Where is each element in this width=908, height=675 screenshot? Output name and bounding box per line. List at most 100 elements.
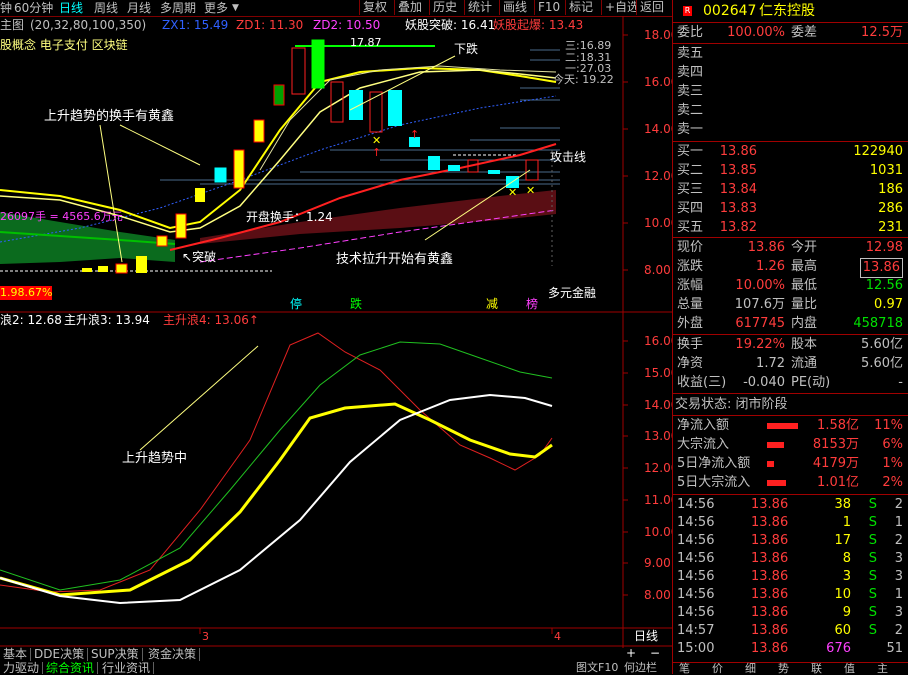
tab-60min[interactable]: 60分钟	[14, 0, 53, 16]
info-row: 收益(三) -0.040 PE(动) -	[677, 375, 903, 390]
concept-label: 股概念 电子支付 区块链	[0, 38, 128, 52]
sub-line-red	[0, 332, 553, 593]
buy-row: 买一 13.86 122940	[677, 144, 903, 159]
period-daily-button[interactable]: 日线	[634, 629, 658, 643]
svg-text:↑: ↑	[372, 146, 381, 159]
panel-tab[interactable]: 联	[811, 663, 822, 675]
tick-row: 15:00 13.86 676 51	[677, 641, 903, 656]
weicha-label: 委差	[791, 25, 818, 40]
y-label-12: 12.00	[644, 169, 679, 183]
stock-header: R 002647 仁东控股	[675, 2, 907, 20]
tab-daily[interactable]: 日线	[59, 0, 83, 16]
y-label-10: 10.00	[644, 216, 679, 230]
marker-reduce: 减	[486, 297, 499, 311]
tab-weekly[interactable]: 周线	[94, 0, 118, 16]
svg-text:▼: ▼	[312, 49, 322, 63]
flow-bar	[767, 461, 774, 467]
panel-tab[interactable]: 细	[745, 663, 756, 675]
sell-3: 卖三	[677, 84, 704, 99]
marker-halt: 停	[290, 297, 303, 311]
y-label-14: 14.00	[644, 122, 679, 136]
back-button[interactable]: 返回	[636, 0, 668, 15]
sell-1: 卖一	[677, 122, 704, 137]
x-label-4: 4	[554, 630, 561, 643]
price-right-1: 三:16.89	[565, 39, 612, 52]
tab-industry-news[interactable]: 行业资讯	[99, 662, 155, 674]
panel-tab[interactable]: 价	[712, 663, 723, 675]
sub-y-10: 10.00	[644, 525, 679, 539]
flow-bar	[767, 442, 784, 448]
sub-y-14: 14.00	[644, 398, 679, 412]
volume-label: 26097手 = 4565.6万元	[0, 210, 123, 223]
panel-tab[interactable]: 值	[844, 663, 855, 675]
tab-fund[interactable]: 资金决策	[145, 648, 201, 661]
tab-sup[interactable]: SUP决策	[88, 648, 143, 661]
stock-code: 002647	[703, 3, 757, 19]
sub-y-11: 11.00	[644, 493, 679, 507]
flow-bar	[767, 480, 786, 486]
zoom-out-button[interactable]: −	[650, 646, 660, 660]
y-label-8: 8.00	[644, 263, 671, 277]
weibi-row: 委比 100.00% 委差 12.5万	[675, 24, 907, 42]
tab-dde[interactable]: DDE决策	[31, 648, 89, 661]
tick-row: 14:56 13.86 17 S 2	[677, 533, 903, 548]
brand-label: 多元金融	[548, 286, 597, 300]
weibi-value: 100.00%	[727, 25, 785, 40]
chart-toolbar: 钟 60分钟 日线 周线 月线 多周期 更多 ▼ 复权 叠加 历史 统计 画线 …	[0, 0, 672, 17]
flow-row: 大宗流入 8153万 6%	[677, 437, 903, 452]
history-button[interactable]: 历史	[429, 0, 461, 15]
tick-row: 14:57 13.86 60 S 2	[677, 623, 903, 638]
more-dropdown-icon[interactable]: ▼	[232, 0, 239, 16]
stock-name: 仁东控股	[759, 3, 815, 19]
tick-row: 14:56 13.86 1 S 1	[677, 515, 903, 530]
info-row: 换手 19.22% 股本 5.60亿	[677, 337, 903, 352]
f10-button[interactable]: F10	[534, 0, 564, 15]
sub-y-9: 9.00	[644, 556, 671, 570]
buy-row: 买四 13.83 286	[677, 201, 903, 216]
tab-basic[interactable]: 基本	[0, 648, 32, 661]
quote-row: 总量 107.6万 量比 0.97	[677, 297, 903, 312]
tick-row: 14:56 13.86 8 S 3	[677, 551, 903, 566]
tick-row: 14:56 13.86 38 S 2	[677, 497, 903, 512]
draw-line-button[interactable]: 画线	[499, 0, 531, 15]
annotation-tech: 技术拉升开始有黄鑫	[336, 252, 454, 267]
sub-y-16: 16.00	[644, 334, 679, 348]
quote-row: 外盘 617745 内盘 458718	[677, 316, 903, 331]
period-prefix: 钟	[0, 1, 13, 15]
stats-button[interactable]: 统计	[464, 0, 496, 15]
annotation-up-turnover: 上升趋势的换手有黄鑫	[44, 109, 175, 124]
tab-news[interactable]: 综合资讯	[43, 662, 99, 674]
tab-driver[interactable]: 力驱动	[0, 662, 44, 674]
tab-more[interactable]: 更多	[204, 0, 228, 16]
zd1-value: ZD1: 11.30	[236, 18, 304, 32]
tab-monthly[interactable]: 月线	[127, 0, 151, 16]
sub-y-15: 15.00	[644, 366, 679, 380]
weicha-value: 12.5万	[861, 25, 903, 40]
indicator-label: 主图	[0, 18, 25, 32]
panel-tab[interactable]: 势	[778, 663, 789, 675]
buy-row: 买三 13.84 186	[677, 182, 903, 197]
restore-rights-button[interactable]: 复权	[359, 0, 391, 15]
sell-4: 卖四	[677, 65, 704, 80]
sidebar-toggle[interactable]: 何边栏	[624, 661, 657, 675]
quote-row: 涨幅 10.00% 最低 12.56	[677, 278, 903, 293]
overlay-button[interactable]: 叠加	[394, 0, 426, 15]
tab-multi-period[interactable]: 多周期	[160, 0, 196, 16]
opening-turnover: 开盘换手：1.24	[246, 210, 333, 224]
panel-tab[interactable]: 笔	[679, 663, 690, 675]
y-label-16: 16.00	[644, 75, 679, 89]
quote-row: 现价 13.86 今开 12.98	[677, 240, 903, 255]
zd2-value: ZD2: 10.50	[313, 18, 381, 32]
sub-annotation: 上升趋势中	[122, 451, 188, 466]
zoom-in-button[interactable]: +	[626, 646, 636, 660]
price-right-today: 今天: 19.22	[553, 73, 614, 86]
sub-label-wave3: 主升浪3: 13.94	[64, 313, 150, 327]
sell-2: 卖二	[677, 103, 704, 118]
sub-y-12: 12.00	[644, 461, 679, 475]
panel-tab[interactable]: 主	[877, 663, 888, 675]
mark-button[interactable]: 标记	[565, 0, 597, 15]
marker-list: 榜	[526, 297, 539, 311]
flow-bar	[767, 423, 798, 429]
f10-link[interactable]: 图文F10	[576, 661, 618, 675]
tick-row: 14:56 13.86 9 S 3	[677, 605, 903, 620]
